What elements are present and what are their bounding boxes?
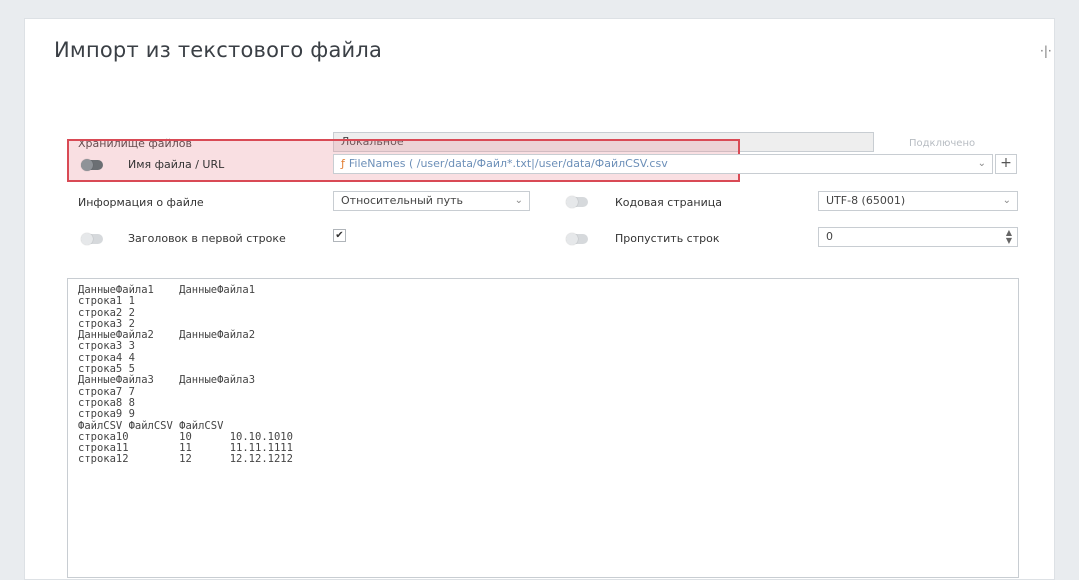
- function-icon: ƒ: [341, 157, 345, 170]
- fileinfo-label: Информация о файле: [78, 196, 204, 209]
- skip-rows-value: 0: [826, 230, 833, 243]
- header-row-toggle[interactable]: [81, 233, 103, 245]
- filename-value: FileNames ( /user/data/Файл*.txt|/user/d…: [348, 157, 668, 170]
- chevron-down-icon[interactable]: ⌄: [515, 192, 523, 210]
- skip-rows-label: Пропустить строк: [615, 232, 720, 245]
- codepage-toggle[interactable]: [566, 196, 588, 208]
- filename-input[interactable]: ƒ FileNames ( /user/data/Файл*.txt|/user/…: [333, 154, 993, 174]
- stepper-icon[interactable]: ▲ ▼: [1006, 229, 1012, 245]
- skip-rows-toggle[interactable]: [566, 233, 588, 245]
- chevron-down-icon[interactable]: ⌄: [1003, 192, 1011, 210]
- fileinfo-select[interactable]: Относительный путь ⌄: [333, 191, 530, 211]
- codepage-value: UTF-8 (65001): [826, 194, 906, 207]
- add-button[interactable]: +: [995, 154, 1017, 174]
- codepage-label: Кодовая страница: [615, 196, 722, 209]
- resize-icon[interactable]: ·|·: [1040, 44, 1052, 58]
- skip-rows-input[interactable]: 0 ▲ ▼: [818, 227, 1018, 247]
- codepage-select[interactable]: UTF-8 (65001) ⌄: [818, 191, 1018, 211]
- chevron-down-icon[interactable]: ⌄: [978, 155, 986, 173]
- file-preview[interactable]: ДанныеФайла1 ДанныеФайла1 строка1 1 стро…: [67, 278, 1019, 578]
- filename-toggle[interactable]: [81, 159, 103, 171]
- connected-link[interactable]: Подключено: [909, 138, 975, 149]
- filename-label: Имя файла / URL: [128, 158, 225, 171]
- fileinfo-value: Относительный путь: [341, 194, 463, 207]
- header-row-label: Заголовок в первой строке: [128, 232, 286, 245]
- dialog-title: Импорт из текстового файла: [54, 38, 383, 62]
- header-row-checkbox[interactable]: ✔: [333, 229, 346, 242]
